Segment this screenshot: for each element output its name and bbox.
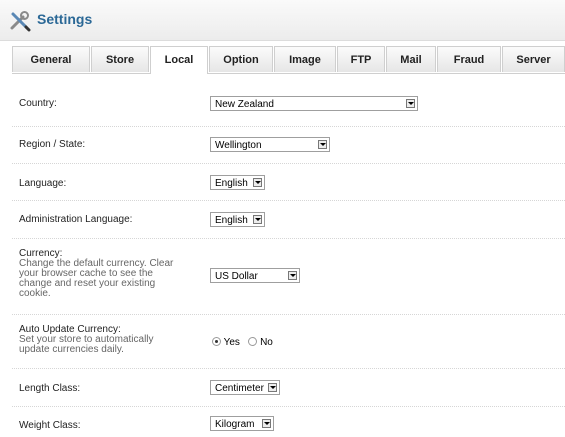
region-row: Region / State: Wellington [12, 126, 565, 164]
region-value: Wellington [215, 140, 262, 151]
tab-option[interactable]: Option [209, 46, 273, 72]
region-select[interactable]: Wellington [210, 137, 330, 152]
language-value: English [215, 178, 248, 189]
weight-class-value: Kilogram [215, 419, 255, 430]
auto-update-row: Auto Update Currency: Set your store to … [12, 314, 565, 369]
length-class-select[interactable]: Centimeter [210, 380, 280, 395]
language-select[interactable]: English [210, 175, 265, 190]
settings-tools-icon [10, 11, 31, 32]
auto-update-help: Set your store to automatically update c… [19, 334, 154, 355]
admin-language-value: English [215, 215, 248, 226]
settings-tabs: General Store Local Option Image FTP Mai… [12, 46, 565, 74]
weight-class-label: Weight Class: [19, 420, 81, 431]
tab-mail[interactable]: Mail [386, 46, 436, 72]
language-label: Language: [19, 178, 67, 189]
country-label: Country: [19, 98, 57, 109]
tab-ftp[interactable]: FTP [337, 46, 385, 72]
auto-update-no-label: No [260, 337, 273, 348]
currency-label-group: Currency: Change the default currency. C… [19, 249, 184, 299]
tab-image[interactable]: Image [274, 46, 336, 72]
auto-update-radios: Yes No [212, 336, 273, 348]
auto-update-label-group: Auto Update Currency: Set your store to … [19, 325, 184, 355]
tab-fraud[interactable]: Fraud [437, 46, 501, 72]
chevron-down-icon [253, 178, 262, 187]
page-header: Settings [0, 0, 565, 41]
chevron-down-icon [268, 383, 277, 392]
currency-row: Currency: Change the default currency. C… [12, 238, 565, 315]
chevron-down-icon [253, 215, 262, 224]
admin-language-label: Administration Language: [19, 214, 133, 225]
auto-update-no-radio[interactable] [248, 337, 258, 346]
currency-select[interactable]: US Dollar [210, 268, 300, 283]
country-select[interactable]: New Zealand [210, 96, 418, 111]
tab-store[interactable]: Store [91, 46, 149, 72]
currency-help: Change the default currency. Clear your … [19, 258, 174, 299]
weight-class-row: Weight Class: Kilogram [12, 406, 565, 437]
tab-local[interactable]: Local [150, 46, 208, 74]
tab-general[interactable]: General [12, 46, 90, 72]
auto-update-yes-radio[interactable] [212, 337, 221, 346]
length-class-label: Length Class: [19, 383, 81, 394]
region-label: Region / State: [19, 139, 86, 150]
admin-language-row: Administration Language: English [12, 200, 565, 239]
length-class-value: Centimeter [215, 383, 264, 394]
admin-language-select[interactable]: English [210, 212, 265, 227]
chevron-down-icon [288, 271, 297, 280]
country-row: Country: New Zealand [12, 79, 565, 127]
country-value: New Zealand [215, 99, 274, 110]
weight-class-select[interactable]: Kilogram [210, 416, 274, 431]
chevron-down-icon [318, 140, 327, 149]
length-class-row: Length Class: Centimeter [12, 368, 565, 407]
auto-update-yes-label: Yes [223, 337, 240, 348]
language-row: Language: English [12, 163, 565, 201]
chevron-down-icon [406, 99, 415, 108]
tab-server[interactable]: Server [502, 46, 565, 72]
currency-value: US Dollar [215, 271, 258, 282]
page-title: Settings [37, 11, 93, 27]
chevron-down-icon [262, 419, 271, 428]
